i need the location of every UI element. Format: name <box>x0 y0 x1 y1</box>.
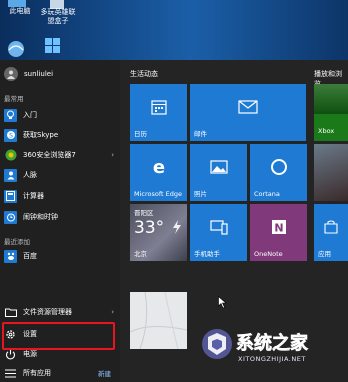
this-pc-label[interactable]: 此电脑 <box>4 7 36 16</box>
network-icon[interactable] <box>6 38 26 62</box>
tile-label: Cortana <box>254 190 280 198</box>
tile-phone-companion[interactable]: 手机助手 <box>190 204 247 261</box>
tile-label: Microsoft Edge <box>134 190 183 198</box>
avatar <box>4 67 18 81</box>
tile-cortana[interactable]: Cortana <box>250 144 307 201</box>
weather-location: 晋阳区 <box>134 209 154 217</box>
app-item-skype[interactable]: S 获取Skype <box>0 125 120 145</box>
phone-icon <box>209 219 228 235</box>
tile-label: OneNote <box>254 250 283 258</box>
app-label: 360安全浏览器7 <box>23 151 76 159</box>
lol-box-icon[interactable] <box>46 0 68 9</box>
watermark: 系统之家 XITONGZHIJIA.NET <box>200 325 348 382</box>
app-item-alarms[interactable]: 闹钟和时钟 <box>0 207 120 227</box>
tile-label: 邮件 <box>194 130 207 138</box>
tile-label: 应用 <box>318 250 331 258</box>
chevron-right-icon[interactable]: › <box>111 151 114 159</box>
tile-xbox[interactable]: Xbox <box>314 84 348 141</box>
baidu-icon <box>4 249 17 263</box>
app-item-baidu[interactable]: 百度 <box>0 246 120 266</box>
people-icon <box>4 168 17 182</box>
skype-icon: S <box>4 128 17 142</box>
tile-maps[interactable] <box>130 292 187 349</box>
lol-box-label[interactable]: 多玩英雄联 盟盒子 <box>36 8 80 26</box>
cortana-icon <box>270 158 287 175</box>
user-name: sunliulei <box>24 70 54 78</box>
mouse-cursor-icon <box>218 296 227 309</box>
app-label: 入门 <box>23 111 37 119</box>
tile-label: 照片 <box>194 190 207 198</box>
app-label: 闹钟和时钟 <box>23 213 58 221</box>
tile-news-photo[interactable] <box>314 144 348 201</box>
app-label: 人脉 <box>23 171 37 179</box>
tile-label: 日历 <box>134 130 147 138</box>
tile-photos[interactable]: 照片 <box>190 144 247 201</box>
calendar-icon <box>150 99 167 115</box>
tile-store[interactable]: 应用 <box>314 204 348 261</box>
calculator-icon <box>4 189 17 203</box>
tile-edge[interactable]: e Microsoft Edge <box>130 144 187 201</box>
watermark-logo-icon <box>202 329 232 359</box>
watermark-name: 系统之家 <box>236 333 309 355</box>
most-used-heading: 最常用 <box>4 95 24 103</box>
onenote-icon: N <box>271 219 286 234</box>
app-label: 计算器 <box>23 192 44 200</box>
all-apps-item[interactable]: 所有应用 新建 <box>0 363 120 382</box>
map-thumbnail <box>130 292 187 349</box>
app-item-get-started[interactable]: 入门 <box>0 105 120 125</box>
app-label: 获取Skype <box>23 131 59 139</box>
all-apps-label: 所有应用 <box>23 369 51 377</box>
alarm-icon <box>4 210 17 224</box>
folder-icon <box>4 306 17 319</box>
tile-weather[interactable]: 晋阳区 33° 北京 <box>130 204 187 261</box>
weather-temperature: 33° <box>134 218 165 238</box>
tile-calendar[interactable]: 日历 <box>130 84 187 141</box>
app-item-people[interactable]: 人脉 <box>0 165 120 185</box>
mail-icon <box>238 99 258 114</box>
group-header-life: 生活动态 <box>130 70 158 78</box>
svg-text:e: e <box>152 158 164 176</box>
windows-logo-icon[interactable] <box>45 38 61 58</box>
settings-highlight-box <box>2 322 115 350</box>
recently-added-heading: 最近添加 <box>4 238 30 246</box>
tile-label: 北京 <box>134 250 147 258</box>
store-icon <box>324 219 338 234</box>
file-explorer-label: 文件资源管理器 <box>23 308 72 316</box>
app-item-calculator[interactable]: 计算器 <box>0 186 120 206</box>
lightbulb-icon <box>4 108 17 122</box>
svg-text:N: N <box>274 221 283 234</box>
tile-mail[interactable]: 邮件 <box>190 84 306 141</box>
new-badge: 新建 <box>98 370 111 378</box>
lightning-icon <box>173 220 181 234</box>
chevron-right-icon[interactable]: › <box>111 308 114 316</box>
tile-onenote[interactable]: N OneNote <box>250 204 307 261</box>
edge-icon: e <box>152 158 164 176</box>
360-browser-icon <box>4 149 17 162</box>
svg-text:S: S <box>9 133 13 140</box>
tile-label: Xbox <box>318 127 335 135</box>
watermark-url: XITONGZHIJIA.NET <box>238 355 306 363</box>
all-apps-icon <box>4 367 17 380</box>
photos-icon <box>209 159 228 174</box>
app-item-360-browser[interactable]: 360安全浏览器7 › <box>0 145 120 165</box>
this-pc-icon[interactable] <box>6 0 28 7</box>
tile-label: 手机助手 <box>194 250 220 258</box>
file-explorer-item[interactable]: 文件资源管理器 › <box>0 302 120 322</box>
power-label: 电源 <box>23 350 37 358</box>
user-account[interactable]: sunliulei <box>0 64 120 84</box>
desktop: 此电脑 多玩英雄联 盟盒子 <box>0 0 348 62</box>
app-label: 百度 <box>23 252 37 260</box>
